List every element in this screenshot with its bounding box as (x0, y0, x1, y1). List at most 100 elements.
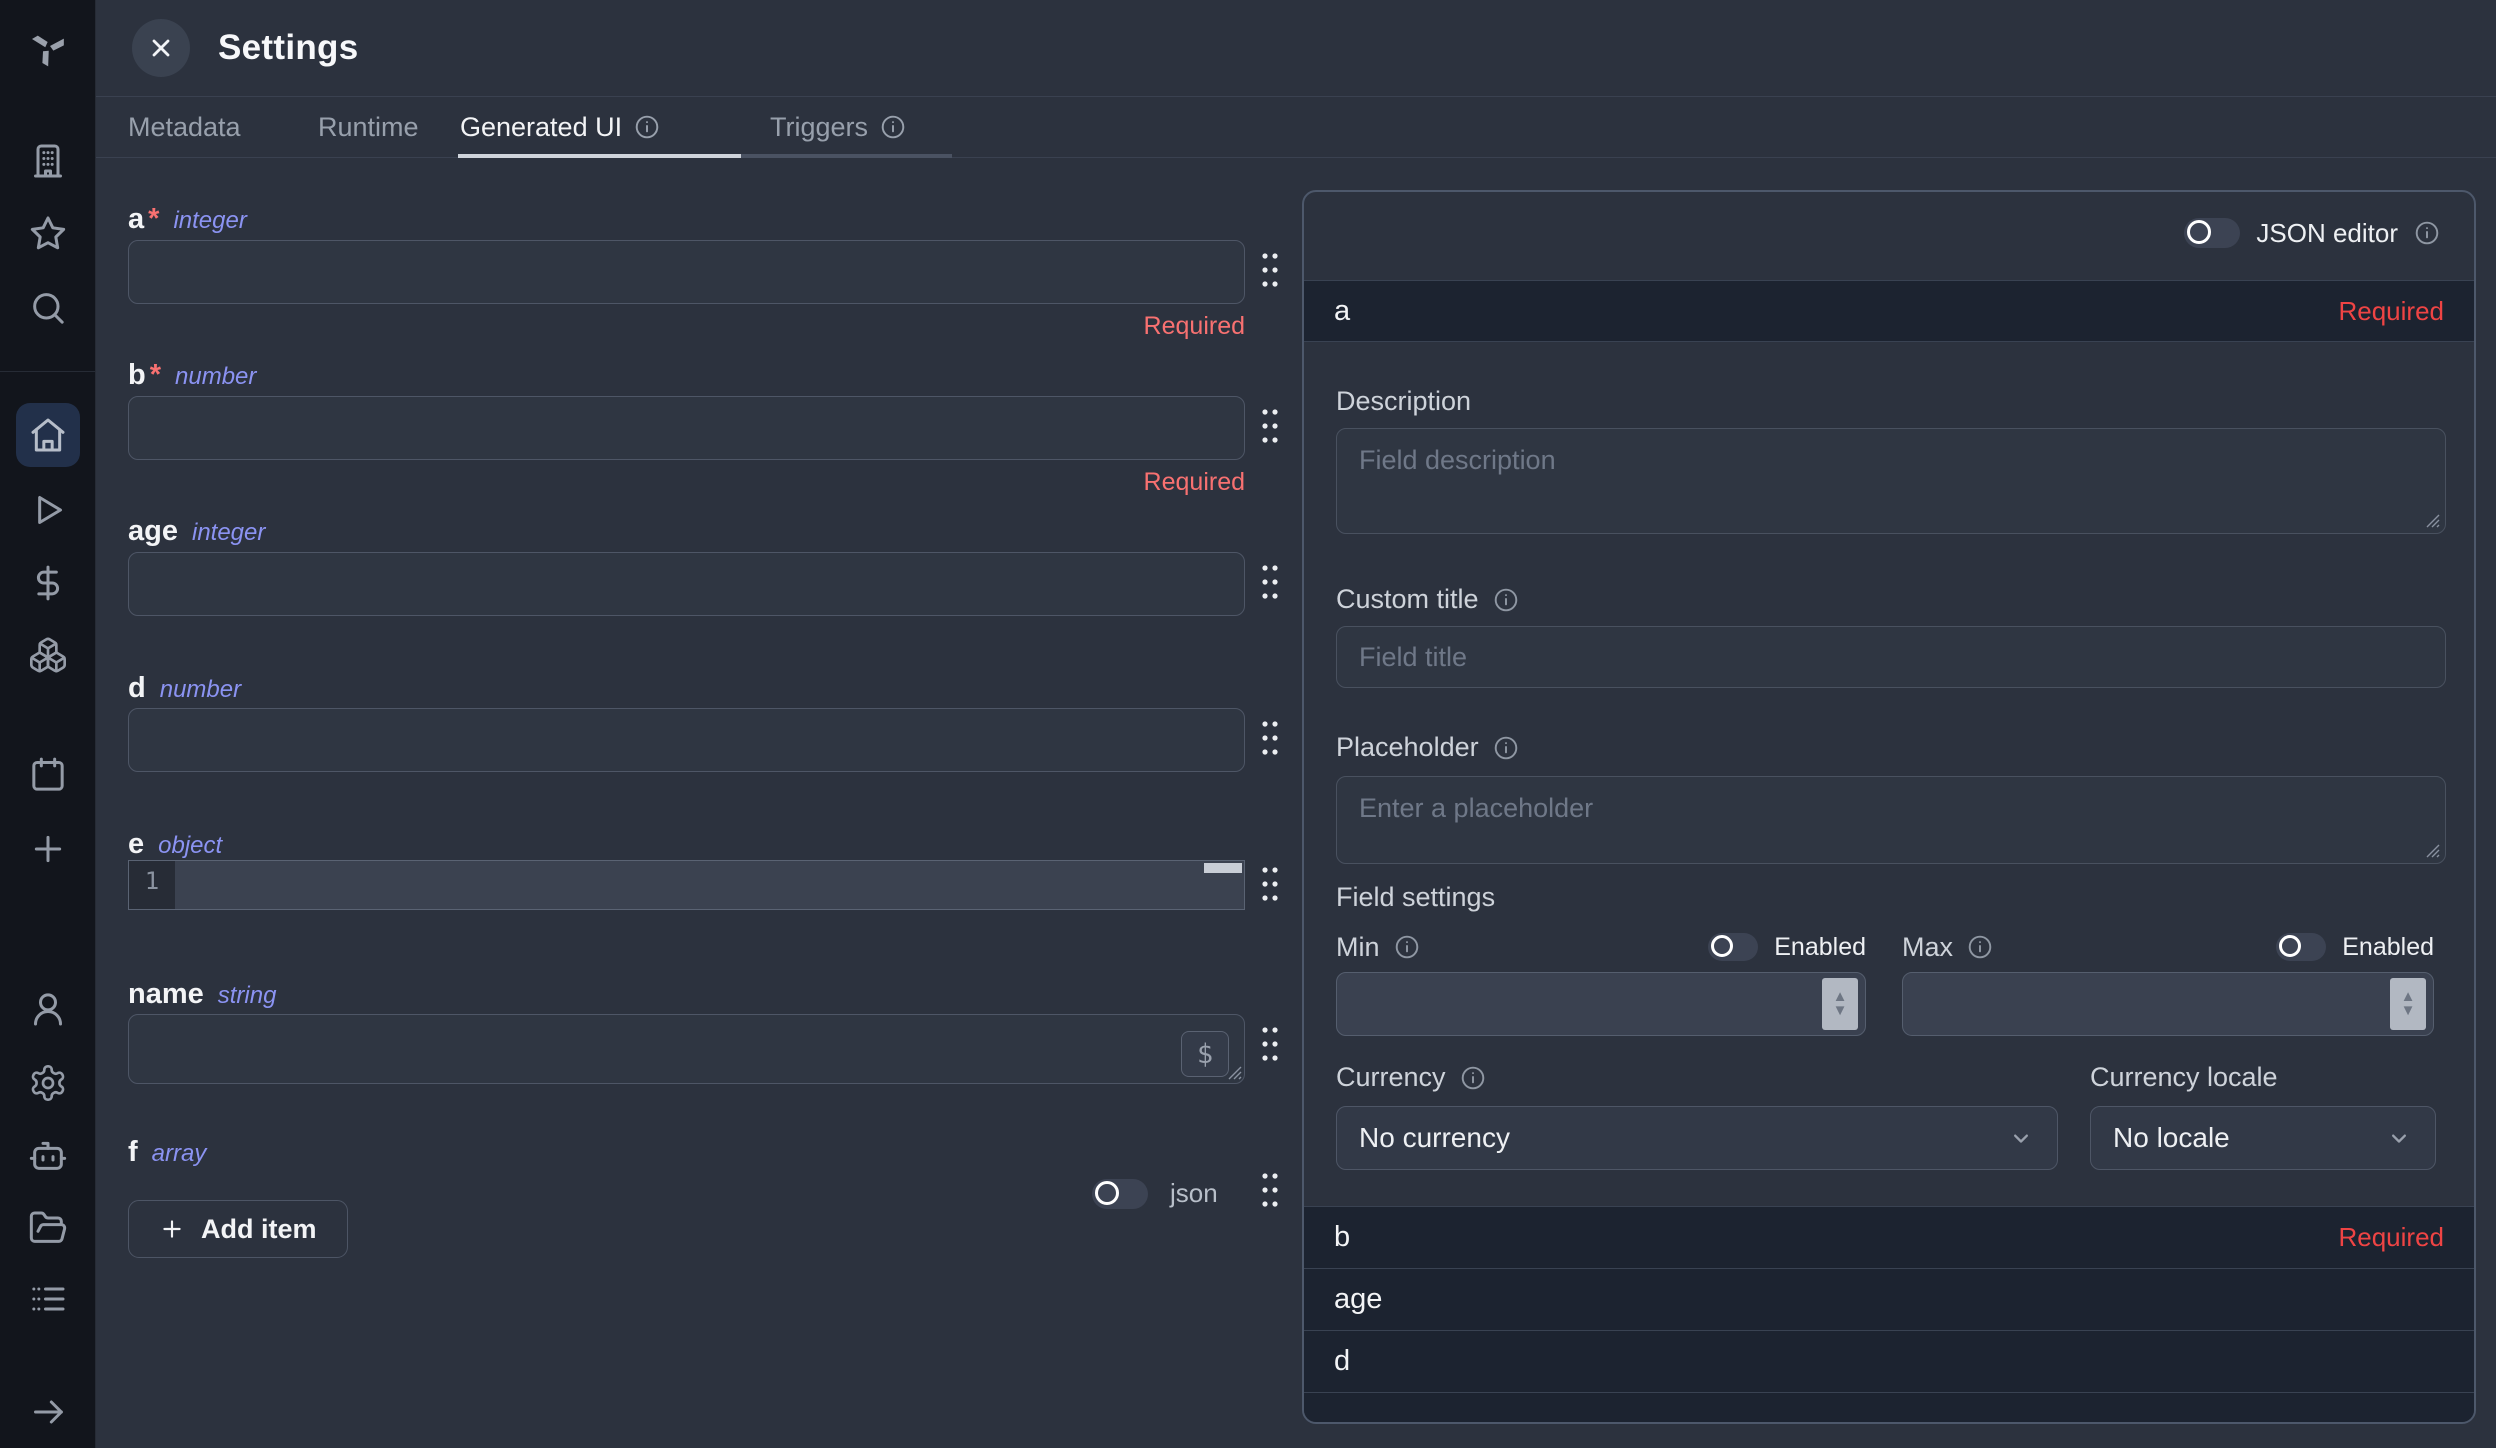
number-spinner[interactable]: ▲▼ (2390, 978, 2426, 1030)
placeholder-textarea[interactable] (1336, 776, 2446, 864)
info-icon (634, 114, 660, 140)
description-textarea[interactable] (1336, 428, 2446, 534)
chevron-down-icon (2007, 1124, 2035, 1152)
active-tab-underline (458, 154, 741, 158)
settings-page: Settings Metadata Runtime Generated UI T… (0, 0, 2496, 1448)
tab-metadata[interactable]: Metadata (128, 98, 241, 156)
info-icon (1967, 934, 1993, 960)
close-button[interactable] (132, 19, 190, 77)
field-label-b: b* number (128, 359, 256, 392)
sidebar-item-settings-gear-icon[interactable] (28, 1063, 68, 1103)
sidebar-item-folders-icon[interactable] (28, 1208, 68, 1248)
custom-title-input[interactable] (1336, 626, 2446, 688)
placeholder-label: Placeholder (1336, 732, 1519, 763)
custom-title-label: Custom title (1336, 584, 1519, 615)
page-title: Settings (218, 28, 358, 68)
sidebar-divider (0, 371, 96, 372)
description-label: Description (1336, 386, 1471, 417)
required-badge: Required (2338, 1222, 2444, 1253)
info-icon (2414, 220, 2440, 246)
max-setting-head: Max Enabled (1902, 928, 2434, 966)
sidebar (0, 0, 96, 1448)
min-number-input[interactable] (1336, 972, 1866, 1036)
field-label-f: f array (128, 1136, 206, 1169)
field-settings-label: Field settings (1336, 882, 1495, 913)
editor-scrollbar-thumb[interactable] (1204, 863, 1242, 873)
currency-label: Currency (1336, 1062, 1486, 1093)
panel-section-header-a[interactable]: a Required (1304, 280, 2474, 342)
json-toggle-row: json (1092, 1178, 1218, 1209)
plus-icon (159, 1216, 185, 1242)
sidebar-item-resources-boxes-icon[interactable] (28, 635, 68, 675)
field-input-b[interactable] (128, 396, 1245, 460)
field-settings-panel: JSON editor a Required Description Custo… (1302, 190, 2476, 1424)
search-icon[interactable] (28, 288, 68, 328)
required-badge: Required (2338, 296, 2444, 327)
drag-handle[interactable] (1256, 560, 1284, 606)
json-editor-label: JSON editor (2256, 218, 2398, 249)
workspace-building-icon[interactable] (28, 141, 68, 181)
sidebar-add-plus-icon[interactable] (28, 829, 68, 869)
currency-locale-select[interactable]: No locale (2090, 1106, 2436, 1170)
editor-line-number: 1 (129, 861, 175, 909)
object-code-editor[interactable]: 1 (128, 860, 1245, 910)
panel-section-header-age[interactable]: age (1304, 1268, 2474, 1330)
panel-section-header-partial[interactable] (1304, 1392, 2474, 1424)
json-toggle-label: json (1170, 1178, 1218, 1209)
triggers-tab-underline (741, 154, 952, 158)
json-toggle[interactable] (1092, 1179, 1148, 1209)
required-star: * (150, 359, 161, 392)
drag-handle[interactable] (1256, 1022, 1284, 1068)
field-label-a: a* integer (128, 203, 247, 236)
info-icon (1493, 735, 1519, 761)
currency-select[interactable]: No currency (1336, 1106, 2058, 1170)
panel-section-header-b[interactable]: b Required (1304, 1206, 2474, 1268)
tab-generated-ui[interactable]: Generated UI (460, 98, 660, 156)
sidebar-item-variables-dollar-icon[interactable] (28, 563, 68, 603)
insert-variable-dollar-button[interactable]: $ (1181, 1031, 1229, 1077)
sidebar-item-workers-bot-icon[interactable] (28, 1135, 68, 1175)
required-hint: Required (128, 312, 1245, 341)
windmill-logo-icon (28, 28, 68, 68)
sidebar-item-users-icon[interactable] (28, 989, 68, 1029)
resize-handle-icon[interactable] (2426, 514, 2440, 528)
tab-bar: Metadata Runtime Generated UI Triggers (96, 98, 2496, 158)
json-editor-toggle-row: JSON editor (2184, 210, 2440, 256)
tab-runtime[interactable]: Runtime (318, 98, 419, 156)
favorites-star-icon[interactable] (28, 213, 68, 253)
required-star: * (148, 203, 159, 236)
sidebar-item-home[interactable] (16, 403, 80, 467)
info-icon (1493, 587, 1519, 613)
field-input-age[interactable] (128, 552, 1245, 616)
drag-handle[interactable] (1256, 404, 1284, 450)
sidebar-item-runs-play-icon[interactable] (28, 490, 68, 530)
json-editor-toggle[interactable] (2184, 218, 2240, 248)
panel-section-header-d[interactable]: d (1304, 1330, 2474, 1392)
info-icon (880, 114, 906, 140)
drag-handle[interactable] (1256, 862, 1284, 908)
close-icon (147, 34, 175, 62)
field-label-age: age integer (128, 515, 265, 548)
resize-handle-icon[interactable] (2426, 844, 2440, 858)
number-spinner[interactable]: ▲▼ (1822, 978, 1858, 1030)
field-input-d[interactable] (128, 708, 1245, 772)
sidebar-item-logs-list-icon[interactable] (28, 1279, 68, 1319)
sidebar-item-schedules-calendar-icon[interactable] (28, 755, 68, 795)
max-enabled-toggle[interactable] (2276, 933, 2326, 961)
resize-handle-icon[interactable] (1228, 1066, 1242, 1080)
add-item-button[interactable]: Add item (128, 1200, 348, 1258)
tab-triggers[interactable]: Triggers (770, 98, 906, 156)
drag-handle[interactable] (1256, 1168, 1284, 1214)
min-enabled-toggle[interactable] (1708, 933, 1758, 961)
field-input-name[interactable] (128, 1014, 1245, 1084)
required-hint: Required (128, 468, 1245, 497)
drag-handle[interactable] (1256, 716, 1284, 762)
max-number-input[interactable] (1902, 972, 2434, 1036)
sidebar-expand-arrow-icon[interactable] (28, 1392, 68, 1432)
info-icon (1460, 1065, 1486, 1091)
drag-handle[interactable] (1256, 248, 1284, 294)
chevron-down-icon (2385, 1124, 2413, 1152)
field-input-a[interactable] (128, 240, 1245, 304)
header: Settings (96, 0, 2496, 97)
min-setting-head: Min Enabled (1336, 928, 1866, 966)
